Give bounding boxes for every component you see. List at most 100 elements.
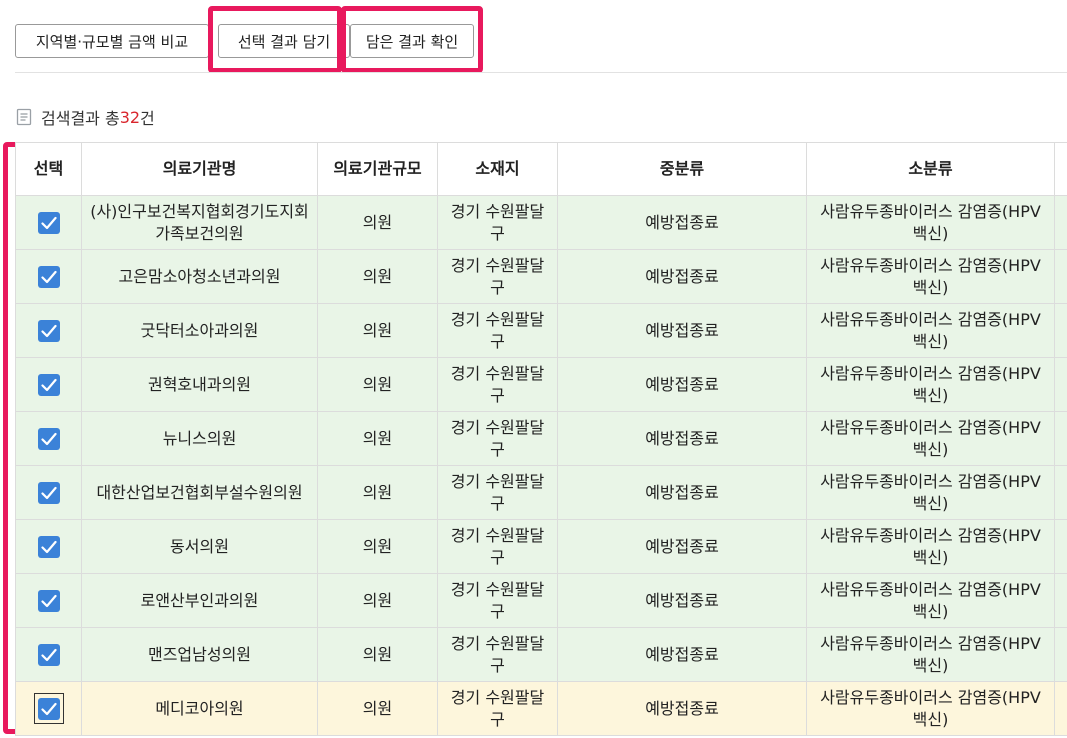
overflow-cell (1054, 195, 1067, 250)
select-cell[interactable] (15, 249, 82, 304)
institution-location: 경기 수원팔달구 (437, 357, 558, 412)
institution-size: 의원 (317, 519, 438, 574)
select-cell[interactable] (15, 195, 82, 250)
page: 지역별·규모별 금액 비교 선택 결과 담기 담은 결과 확인 검색결과 총 32… (0, 0, 1067, 738)
overflow-cell (1054, 681, 1067, 736)
result-prefix: 검색결과 총 (41, 109, 120, 128)
header-size: 의료기관규모 (317, 142, 438, 196)
header-select: 선택 (15, 142, 82, 196)
institution-name: 맨즈업남성의원 (81, 627, 318, 682)
middle-category: 예방접종료 (557, 357, 807, 412)
table-row[interactable]: 메디코아의원 의원 경기 수원팔달구 예방접종료 사람유두종바이러스 감염증(HPV 백… (15, 681, 1067, 736)
institution-name: 로앤산부인과의원 (81, 573, 318, 628)
sub-category: 사람유두종바이러스 감염증(HPV 백신) (806, 573, 1055, 628)
institution-name: (사)인구보건복지협회경기도지회가족보건의원 (81, 195, 318, 250)
row-checkbox[interactable] (37, 211, 60, 234)
select-cell[interactable] (15, 303, 82, 358)
sub-category: 사람유두종바이러스 감염증(HPV 백신) (806, 195, 1055, 250)
overflow-cell (1054, 411, 1067, 466)
sub-category: 사람유두종바이러스 감염증(HPV 백신) (806, 519, 1055, 574)
view-saved-button[interactable]: 담은 결과 확인 (350, 24, 474, 58)
institution-size: 의원 (317, 357, 438, 412)
institution-location: 경기 수원팔달구 (437, 627, 558, 682)
middle-category: 예방접종료 (557, 519, 807, 574)
table-header-row: 선택 의료기관명 의료기관규모 소재지 중분류 소분류 (15, 142, 1067, 196)
table-row[interactable]: 굿닥터소아과의원 의원 경기 수원팔달구 예방접종료 사람유두종바이러스 감염증(HPV… (15, 303, 1067, 358)
row-checkbox[interactable] (37, 643, 60, 666)
institution-location: 경기 수원팔달구 (437, 303, 558, 358)
institution-location: 경기 수원팔달구 (437, 195, 558, 250)
select-cell[interactable] (15, 519, 82, 574)
header-sub-category: 소분류 (806, 142, 1055, 196)
table-row[interactable]: 고은맘소아청소년과의원 의원 경기 수원팔달구 예방접종료 사람유두종바이러스 감염증(… (15, 249, 1067, 304)
institution-size: 의원 (317, 411, 438, 466)
overflow-cell (1054, 627, 1067, 682)
institution-location: 경기 수원팔달구 (437, 411, 558, 466)
institution-location: 경기 수원팔달구 (437, 249, 558, 304)
result-count: 32 (119, 107, 141, 127)
institution-size: 의원 (317, 681, 438, 736)
sub-category: 사람유두종바이러스 감염증(HPV 백신) (806, 411, 1055, 466)
overflow-cell (1054, 465, 1067, 520)
table-row[interactable]: 로앤산부인과의원 의원 경기 수원팔달구 예방접종료 사람유두종바이러스 감염증(HPV… (15, 573, 1067, 628)
table-row[interactable]: 동서의원 의원 경기 수원팔달구 예방접종료 사람유두종바이러스 감염증(HPV 백신) (15, 519, 1067, 574)
select-cell[interactable] (15, 573, 82, 628)
institution-name: 뉴니스의원 (81, 411, 318, 466)
institution-size: 의원 (317, 627, 438, 682)
institution-size: 의원 (317, 465, 438, 520)
row-checkbox[interactable] (37, 427, 60, 450)
row-checkbox[interactable] (37, 697, 60, 720)
middle-category: 예방접종료 (557, 411, 807, 466)
select-cell[interactable] (15, 465, 82, 520)
compare-button[interactable]: 지역별·규모별 금액 비교 (15, 24, 209, 58)
result-suffix: 건 (140, 109, 155, 128)
row-checkbox[interactable] (37, 535, 60, 558)
overflow-cell (1054, 519, 1067, 574)
table-row[interactable]: 대한산업보건협회부설수원의원 의원 경기 수원팔달구 예방접종료 사람유두종바이러스 감… (15, 465, 1067, 520)
middle-category: 예방접종료 (557, 573, 807, 628)
select-cell[interactable] (15, 357, 82, 412)
sub-category: 사람유두종바이러스 감염증(HPV 백신) (806, 465, 1055, 520)
institution-name: 대한산업보건협회부설수원의원 (81, 465, 318, 520)
institution-name: 동서의원 (81, 519, 318, 574)
institution-location: 경기 수원팔달구 (437, 465, 558, 520)
institution-location: 경기 수원팔달구 (437, 519, 558, 574)
overflow-cell (1054, 249, 1067, 304)
row-checkbox[interactable] (37, 589, 60, 612)
middle-category: 예방접종료 (557, 681, 807, 736)
overflow-cell (1054, 303, 1067, 358)
checkbox-focus-ring (33, 693, 64, 724)
table-row[interactable]: (사)인구보건복지협회경기도지회가족보건의원 의원 경기 수원팔달구 예방접종료 사람유… (15, 195, 1067, 250)
header-location: 소재지 (437, 142, 558, 196)
middle-category: 예방접종료 (557, 303, 807, 358)
institution-size: 의원 (317, 573, 438, 628)
institution-location: 경기 수원팔달구 (437, 681, 558, 736)
select-cell[interactable] (15, 411, 82, 466)
overflow-cell (1054, 573, 1067, 628)
table-row[interactable]: 권혁호내과의원 의원 경기 수원팔달구 예방접종료 사람유두종바이러스 감염증(HPV … (15, 357, 1067, 412)
institution-size: 의원 (317, 249, 438, 304)
document-icon (15, 108, 33, 126)
result-summary: 검색결과 총 32 건 (15, 104, 155, 130)
institution-name: 권혁호내과의원 (81, 357, 318, 412)
middle-category: 예방접종료 (557, 627, 807, 682)
header-middle-category: 중분류 (557, 142, 807, 196)
row-checkbox[interactable] (37, 481, 60, 504)
add-selected-button[interactable]: 선택 결과 담기 (218, 24, 350, 58)
institution-size: 의원 (317, 195, 438, 250)
select-cell[interactable] (15, 681, 82, 736)
row-checkbox[interactable] (37, 265, 60, 288)
sub-category: 사람유두종바이러스 감염증(HPV 백신) (806, 681, 1055, 736)
row-checkbox[interactable] (37, 319, 60, 342)
row-checkbox[interactable] (37, 373, 60, 396)
divider (15, 72, 1067, 73)
sub-category: 사람유두종바이러스 감염증(HPV 백신) (806, 357, 1055, 412)
select-cell[interactable] (15, 627, 82, 682)
header-name: 의료기관명 (81, 142, 318, 196)
table-row[interactable]: 뉴니스의원 의원 경기 수원팔달구 예방접종료 사람유두종바이러스 감염증(HPV 백신… (15, 411, 1067, 466)
institution-location: 경기 수원팔달구 (437, 573, 558, 628)
institution-name: 고은맘소아청소년과의원 (81, 249, 318, 304)
table-row[interactable]: 맨즈업남성의원 의원 경기 수원팔달구 예방접종료 사람유두종바이러스 감염증(HPV … (15, 627, 1067, 682)
sub-category: 사람유두종바이러스 감염증(HPV 백신) (806, 627, 1055, 682)
institution-name: 메디코아의원 (81, 681, 318, 736)
